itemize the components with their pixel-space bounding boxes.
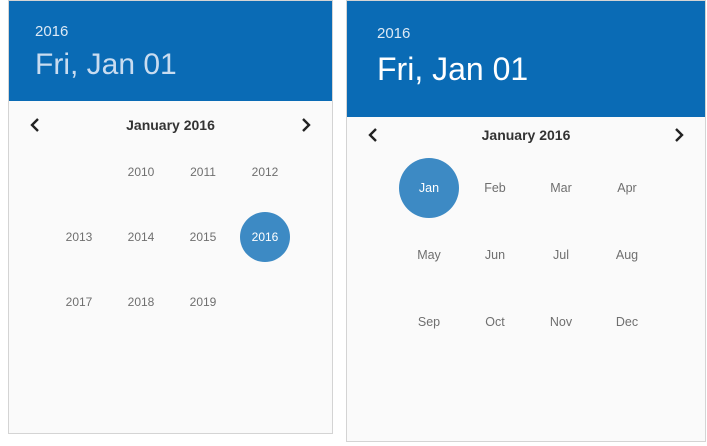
header-date[interactable]: Fri, Jan 01 <box>35 47 332 83</box>
year-cell[interactable]: 2019 <box>178 277 228 327</box>
picker-header: 2016 Fri, Jan 01 <box>9 1 332 101</box>
year-cell[interactable]: 2011 <box>178 147 228 197</box>
nav-month-label: January 2016 <box>126 117 215 133</box>
picker-header: 2016 Fri, Jan 01 <box>347 1 705 117</box>
month-cell[interactable]: Nov <box>531 292 591 352</box>
month-cell[interactable]: Jun <box>465 225 525 285</box>
month-picker: 2016 Fri, Jan 01 January 2016 Jan Feb Mar A… <box>346 0 706 442</box>
year-cell[interactable]: 2013 <box>54 212 104 262</box>
year-cell[interactable]: 2018 <box>116 277 166 327</box>
header-date[interactable]: Fri, Jan 01 <box>377 51 705 87</box>
header-year[interactable]: 2016 <box>35 23 332 41</box>
chevron-right-icon[interactable] <box>667 124 689 146</box>
month-cell[interactable]: May <box>399 225 459 285</box>
nav-month-label: January 2016 <box>481 127 571 143</box>
year-cell[interactable]: 2015 <box>178 212 228 262</box>
month-navigation: January 2016 <box>347 121 705 151</box>
year-cell[interactable]: 2016 <box>240 212 290 262</box>
month-cell[interactable]: Dec <box>597 292 657 352</box>
month-cell[interactable]: Oct <box>465 292 525 352</box>
header-year[interactable]: 2016 <box>377 25 705 43</box>
month-cell[interactable]: Mar <box>531 158 591 218</box>
year-cell[interactable]: 2014 <box>116 212 166 262</box>
chevron-right-icon[interactable] <box>294 114 316 136</box>
month-navigation: January 2016 <box>9 111 332 141</box>
year-cell[interactable]: 2017 <box>54 277 104 327</box>
month-cell[interactable]: Jul <box>531 225 591 285</box>
year-picker: 2016 Fri, Jan 01 January 2016 2010 2011 20… <box>8 0 333 434</box>
month-cell[interactable]: Sep <box>399 292 459 352</box>
month-cell[interactable]: Apr <box>597 158 657 218</box>
year-cell[interactable]: 2010 <box>116 147 166 197</box>
month-cell[interactable]: Feb <box>465 158 525 218</box>
year-cell[interactable]: 2012 <box>240 147 290 197</box>
month-cell[interactable]: Aug <box>597 225 657 285</box>
screenshot-stage: 2016 Fri, Jan 01 January 2016 2010 2011 20… <box>0 0 707 446</box>
month-cell[interactable]: Jan <box>399 158 459 218</box>
